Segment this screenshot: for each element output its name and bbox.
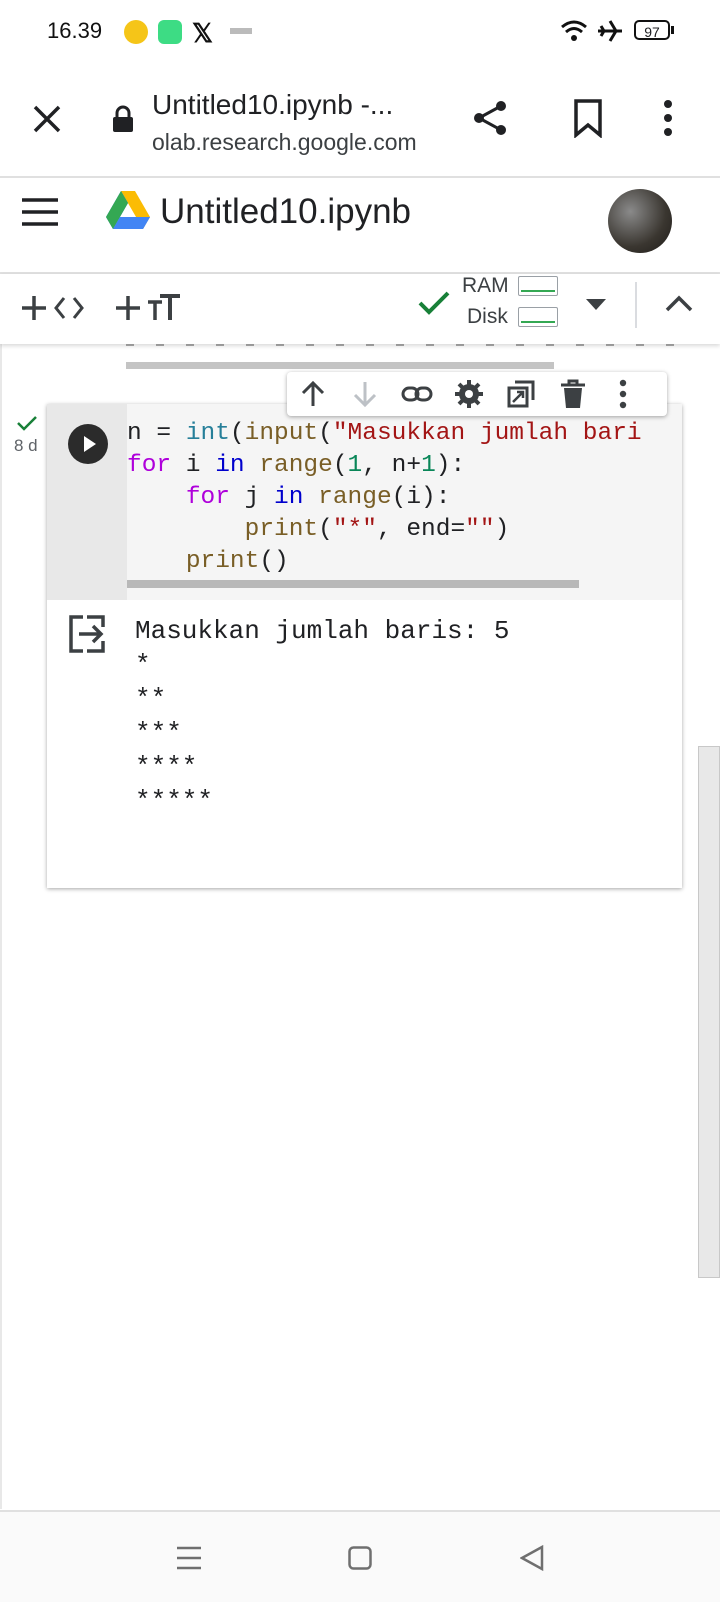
disk-label: Disk [467, 305, 508, 328]
notebook-title[interactable]: Untitled10.ipynb [160, 192, 411, 232]
google-drive-logo-icon [106, 189, 150, 229]
colab-header: Untitled10.ipynb [0, 177, 720, 274]
browser-custom-tab-bar: Untitled10.ipynb -... olab.research.goog… [0, 62, 720, 178]
notification-misc-icon [230, 28, 252, 34]
status-time: 16.39 [47, 18, 103, 43]
recent-apps-icon[interactable] [176, 1546, 202, 1570]
run-cell-button[interactable] [68, 424, 108, 464]
runtime-dropdown-icon[interactable] [586, 299, 606, 311]
system-navigation-bar [0, 1510, 720, 1602]
wifi-icon [560, 18, 588, 44]
output-line: Masukkan jumlah baris: 5 [135, 616, 510, 646]
code-cell[interactable]: n = int(input("Masukkan jumlah bari for … [47, 372, 682, 888]
code-editor[interactable]: n = int(input("Masukkan jumlah bari for … [127, 404, 682, 600]
cell-gutter [47, 404, 127, 600]
share-icon[interactable] [470, 98, 510, 138]
mirror-cell-icon[interactable] [505, 378, 537, 410]
output-line: ** [135, 684, 167, 714]
code-line: print("*", end="") [244, 516, 510, 543]
page-title: Untitled10.ipynb -... [152, 89, 394, 120]
connected-check-icon [418, 290, 450, 316]
output-exit-icon[interactable] [67, 614, 107, 654]
notebook-vertical-scrollbar[interactable] [698, 746, 720, 1278]
status-bar: 16.39 𝕏 97 [0, 0, 720, 62]
notebook-toolbar: RAM Disk [0, 274, 720, 344]
home-icon[interactable] [348, 1546, 372, 1570]
cell-toolbar [287, 372, 667, 416]
code-line: print() [185, 548, 289, 575]
output-line: ***** [135, 786, 214, 816]
battery-level: 97 [644, 24, 660, 40]
close-icon[interactable] [30, 102, 64, 136]
airplane-mode-icon [596, 18, 624, 44]
execution-check-icon [16, 414, 38, 432]
toolbar-divider [635, 282, 637, 328]
cell-output: Masukkan jumlah baris: 5 * ** *** **** *… [47, 600, 682, 888]
cell-more-options-icon[interactable] [617, 378, 649, 410]
output-line: *** [135, 718, 182, 748]
notification-app-icon [124, 20, 148, 44]
code-horizontal-scrollbar[interactable] [127, 580, 579, 588]
x-logo-icon: 𝕏 [192, 18, 213, 48]
execution-time: 8 d [14, 436, 38, 455]
back-icon[interactable] [520, 1545, 544, 1571]
bookmark-icon[interactable] [572, 98, 604, 138]
user-avatar[interactable] [608, 189, 672, 253]
battery-tip [671, 26, 674, 34]
link-icon[interactable] [401, 378, 433, 410]
output-line: **** [135, 752, 198, 782]
notification-store-icon [158, 20, 182, 44]
previous-cell-scrollbar[interactable] [126, 362, 554, 369]
previous-cell-remnant [126, 344, 686, 346]
battery-icon: 97 [634, 20, 670, 40]
notebook-area: 8 d n = int(input("Masukkan jumlah bari … [0, 344, 720, 1509]
more-options-icon[interactable] [663, 98, 673, 138]
ram-usage-bar[interactable] [518, 276, 558, 296]
settings-gear-icon[interactable] [453, 378, 485, 410]
collapse-chevron-up-icon[interactable] [665, 294, 693, 312]
menu-icon[interactable] [22, 197, 58, 227]
code-line: for j in range(i): [185, 484, 451, 511]
output-line: * [135, 650, 151, 680]
ram-label: RAM [462, 274, 509, 297]
lock-icon [112, 105, 134, 133]
move-cell-down-icon[interactable] [349, 378, 381, 410]
add-text-cell-button[interactable] [116, 290, 182, 326]
code-line: n = int(input("Masukkan jumlah bari [127, 420, 642, 447]
code-line: for i in range(1, n+1): [127, 452, 466, 479]
delete-trash-icon[interactable] [557, 378, 589, 410]
add-code-cell-button[interactable] [22, 290, 90, 326]
page-domain: olab.research.google.com [152, 129, 417, 155]
disk-usage-bar[interactable] [518, 307, 558, 327]
move-cell-up-icon[interactable] [297, 378, 329, 410]
